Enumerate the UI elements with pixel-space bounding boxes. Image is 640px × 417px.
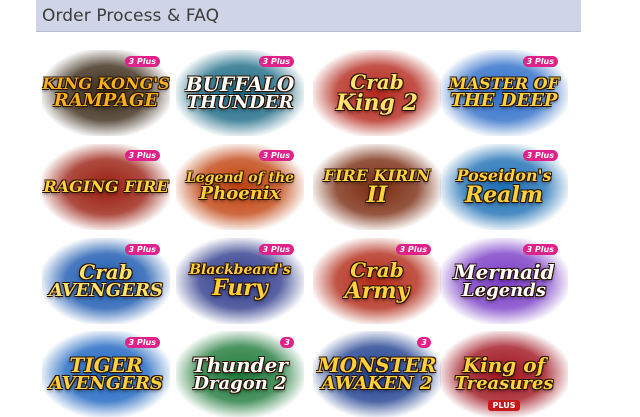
game-logo-tile[interactable]: BUFFALO THUNDER 3 Plus [176, 50, 304, 136]
game-logo-line1: Crab [350, 70, 404, 94]
game-logo-line2: King 2 [336, 90, 418, 116]
game-logo-line1: Crab [350, 258, 404, 282]
game-logo: Mermaid Legends 3 Plus [440, 238, 568, 324]
ocean-king-plus-badge: 3 Plus [395, 244, 431, 255]
game-logo: BUFFALO THUNDER 3 Plus [176, 50, 304, 136]
game-logo-grid: KING KONG'S RAMPAGE 3 Plus BUFFALO THUNDER 3 … [36, 44, 581, 417]
ocean-king-plus-badge: 3 [417, 337, 431, 348]
game-logo-line2: Treasures [454, 373, 554, 394]
game-logo-line1: Mermaid [453, 260, 555, 284]
game-logo-tile[interactable]: Crab AVENGERS 3 Plus [42, 238, 170, 324]
game-logo-tile[interactable]: Thunder Dragon 2 3 [176, 331, 304, 417]
game-logo-line2: THE DEEP [450, 90, 558, 111]
game-logo-line1: RAGING FIRE [43, 177, 169, 196]
game-logo-tile[interactable]: Crab King 2 [313, 50, 441, 136]
page-header: Order Process & FAQ [36, 0, 581, 32]
game-logo-line2: Realm [464, 182, 544, 208]
game-logo: MONSTER AWAKEN 2 3 [313, 331, 441, 417]
game-logo: Blackbeard's Fury 3 Plus [176, 238, 304, 324]
game-logo: Crab AVENGERS 3 Plus [42, 238, 170, 324]
game-logo-line1: Thunder [192, 353, 288, 377]
ocean-king-plus-badge: 3 Plus [124, 337, 160, 348]
game-logo-tile[interactable]: MONSTER AWAKEN 2 3 [313, 331, 441, 417]
game-logo: KING KONG'S RAMPAGE 3 Plus [42, 50, 170, 136]
game-logo-tile[interactable]: Mermaid Legends 3 Plus [440, 238, 568, 324]
game-logo-line2: AWAKEN 2 [321, 373, 433, 394]
game-logo-tile[interactable]: Crab Army 3 Plus [313, 238, 441, 324]
game-logo: Legend of the Phoenix 3 Plus [176, 144, 304, 230]
game-logo-line1: TIGER [69, 353, 143, 377]
ocean-king-plus-badge: 3 Plus [258, 56, 294, 67]
game-logo: MASTER OF THE DEEP 3 Plus [440, 50, 568, 136]
game-logo-tile[interactable]: Blackbeard's Fury 3 Plus [176, 238, 304, 324]
game-logo-line1: MONSTER [317, 353, 437, 377]
ocean-king-plus-badge: 3 Plus [124, 150, 160, 161]
game-logo-line2: AVENGERS [49, 373, 163, 394]
game-logo-line2: THUNDER [186, 92, 294, 113]
game-logo-tile[interactable]: KING KONG'S RAMPAGE 3 Plus [42, 50, 170, 136]
game-logo-line2: Fury [212, 275, 268, 301]
game-logo: King of Treasures PLUS [440, 331, 568, 417]
game-logo-line2: II [366, 182, 388, 208]
game-logo-tile[interactable]: FIRE KIRIN II [313, 144, 441, 230]
game-logo-tile[interactable]: TIGER AVENGERS 3 Plus [42, 331, 170, 417]
ocean-king-plus-badge: 3 Plus [522, 150, 558, 161]
game-logo-line2: Dragon 2 [193, 373, 287, 394]
game-logo-line2: Phoenix [199, 183, 281, 204]
game-logo-tile[interactable]: Poseidon's Realm 3 Plus [440, 144, 568, 230]
game-logo-line2: AVENGERS [49, 280, 163, 301]
game-logo-line2: Army [344, 278, 410, 304]
ocean-king-plus-badge: 3 Plus [522, 244, 558, 255]
ocean-king-plus-badge: 3 Plus [124, 244, 160, 255]
game-logo-tile[interactable]: MASTER OF THE DEEP 3 Plus [440, 50, 568, 136]
ocean-king-plus-badge: 3 [280, 337, 294, 348]
game-logo-line2: Legends [462, 280, 546, 301]
game-logo: Crab King 2 [313, 50, 441, 136]
game-logo: TIGER AVENGERS 3 Plus [42, 331, 170, 417]
game-logo-tile[interactable]: Legend of the Phoenix 3 Plus [176, 144, 304, 230]
game-logo-tile[interactable]: RAGING FIRE 3 Plus [42, 144, 170, 230]
game-logo: Thunder Dragon 2 3 [176, 331, 304, 417]
game-logo: Crab Army 3 Plus [313, 238, 441, 324]
game-logo: RAGING FIRE 3 Plus [42, 144, 170, 230]
game-logo-line1: Crab [79, 260, 133, 284]
page-title: Order Process & FAQ [42, 6, 220, 26]
game-logo-tile[interactable]: King of Treasures PLUS [440, 331, 568, 417]
game-logo-line2: RAMPAGE [53, 90, 159, 111]
game-logo: FIRE KIRIN II [313, 144, 441, 230]
ocean-king-plus-badge: 3 Plus [124, 56, 160, 67]
game-logo-line1: King of [462, 353, 546, 377]
ocean-king-plus-badge: 3 Plus [258, 244, 294, 255]
ocean-king-plus-badge: 3 Plus [258, 150, 294, 161]
ocean-king-plus-badge: PLUS [487, 400, 521, 411]
game-logo-line1: BUFFALO [185, 72, 295, 96]
game-logo: Poseidon's Realm 3 Plus [440, 144, 568, 230]
ocean-king-plus-badge: 3 Plus [522, 56, 558, 67]
